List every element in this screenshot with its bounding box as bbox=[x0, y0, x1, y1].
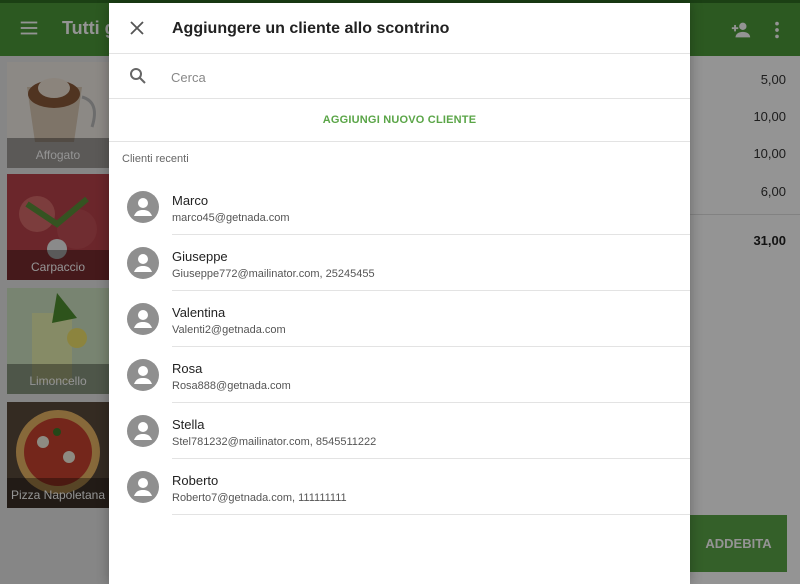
account-circle-icon bbox=[127, 471, 159, 503]
customer-list-item[interactable]: Rosa Rosa888@getnada.com bbox=[109, 347, 690, 403]
dialog-title: Aggiungere un cliente allo scontrino bbox=[172, 20, 450, 37]
customer-detail: marco45@getnada.com bbox=[172, 212, 290, 224]
list-divider bbox=[172, 514, 690, 515]
account-circle-icon bbox=[127, 415, 159, 447]
customer-detail: Stel781232@mailinator.com, 8545511222 bbox=[172, 436, 377, 448]
customer-name: Roberto bbox=[172, 473, 219, 488]
customer-detail: Rosa888@getnada.com bbox=[172, 380, 291, 392]
search-bar bbox=[109, 54, 690, 99]
customer-name: Marco bbox=[172, 193, 209, 208]
customer-detail: Roberto7@getnada.com, 111111111 bbox=[172, 492, 347, 504]
customer-list-item[interactable]: Marco marco45@getnada.com bbox=[109, 179, 690, 235]
customer-name: Valentina bbox=[172, 305, 226, 320]
add-new-customer-button[interactable]: AGGIUNGI NUOVO CLIENTE bbox=[109, 99, 690, 141]
dialog-header: Aggiungere un cliente allo scontrino bbox=[109, 3, 690, 54]
customer-name: Rosa bbox=[172, 361, 203, 376]
customer-list-item[interactable]: Stella Stel781232@mailinator.com, 854551… bbox=[109, 403, 690, 459]
account-circle-icon bbox=[127, 359, 159, 391]
customer-detail: Giuseppe772@mailinator.com, 25245455 bbox=[172, 268, 375, 280]
recent-customers-heading: Clienti recenti bbox=[122, 153, 189, 165]
customer-name: Giuseppe bbox=[172, 249, 228, 264]
search-icon bbox=[130, 68, 146, 84]
search-input[interactable] bbox=[169, 62, 653, 92]
customer-detail: Valenti2@getnada.com bbox=[172, 324, 286, 336]
customer-list-item[interactable]: Valentina Valenti2@getnada.com bbox=[109, 291, 690, 347]
add-customer-dialog: Aggiungere un cliente allo scontrino AGG… bbox=[109, 3, 690, 584]
customer-list-item[interactable]: Roberto Roberto7@getnada.com, 111111111 bbox=[109, 459, 690, 515]
close-icon[interactable] bbox=[127, 18, 147, 38]
account-circle-icon bbox=[127, 247, 159, 279]
customer-name: Stella bbox=[172, 417, 205, 432]
account-circle-icon bbox=[127, 191, 159, 223]
account-circle-icon bbox=[127, 303, 159, 335]
customer-list-item[interactable]: Giuseppe Giuseppe772@mailinator.com, 252… bbox=[109, 235, 690, 291]
add-new-customer-row: AGGIUNGI NUOVO CLIENTE bbox=[109, 99, 690, 142]
recent-customers-list: Marco marco45@getnada.com Giuseppe Giuse… bbox=[109, 179, 690, 515]
